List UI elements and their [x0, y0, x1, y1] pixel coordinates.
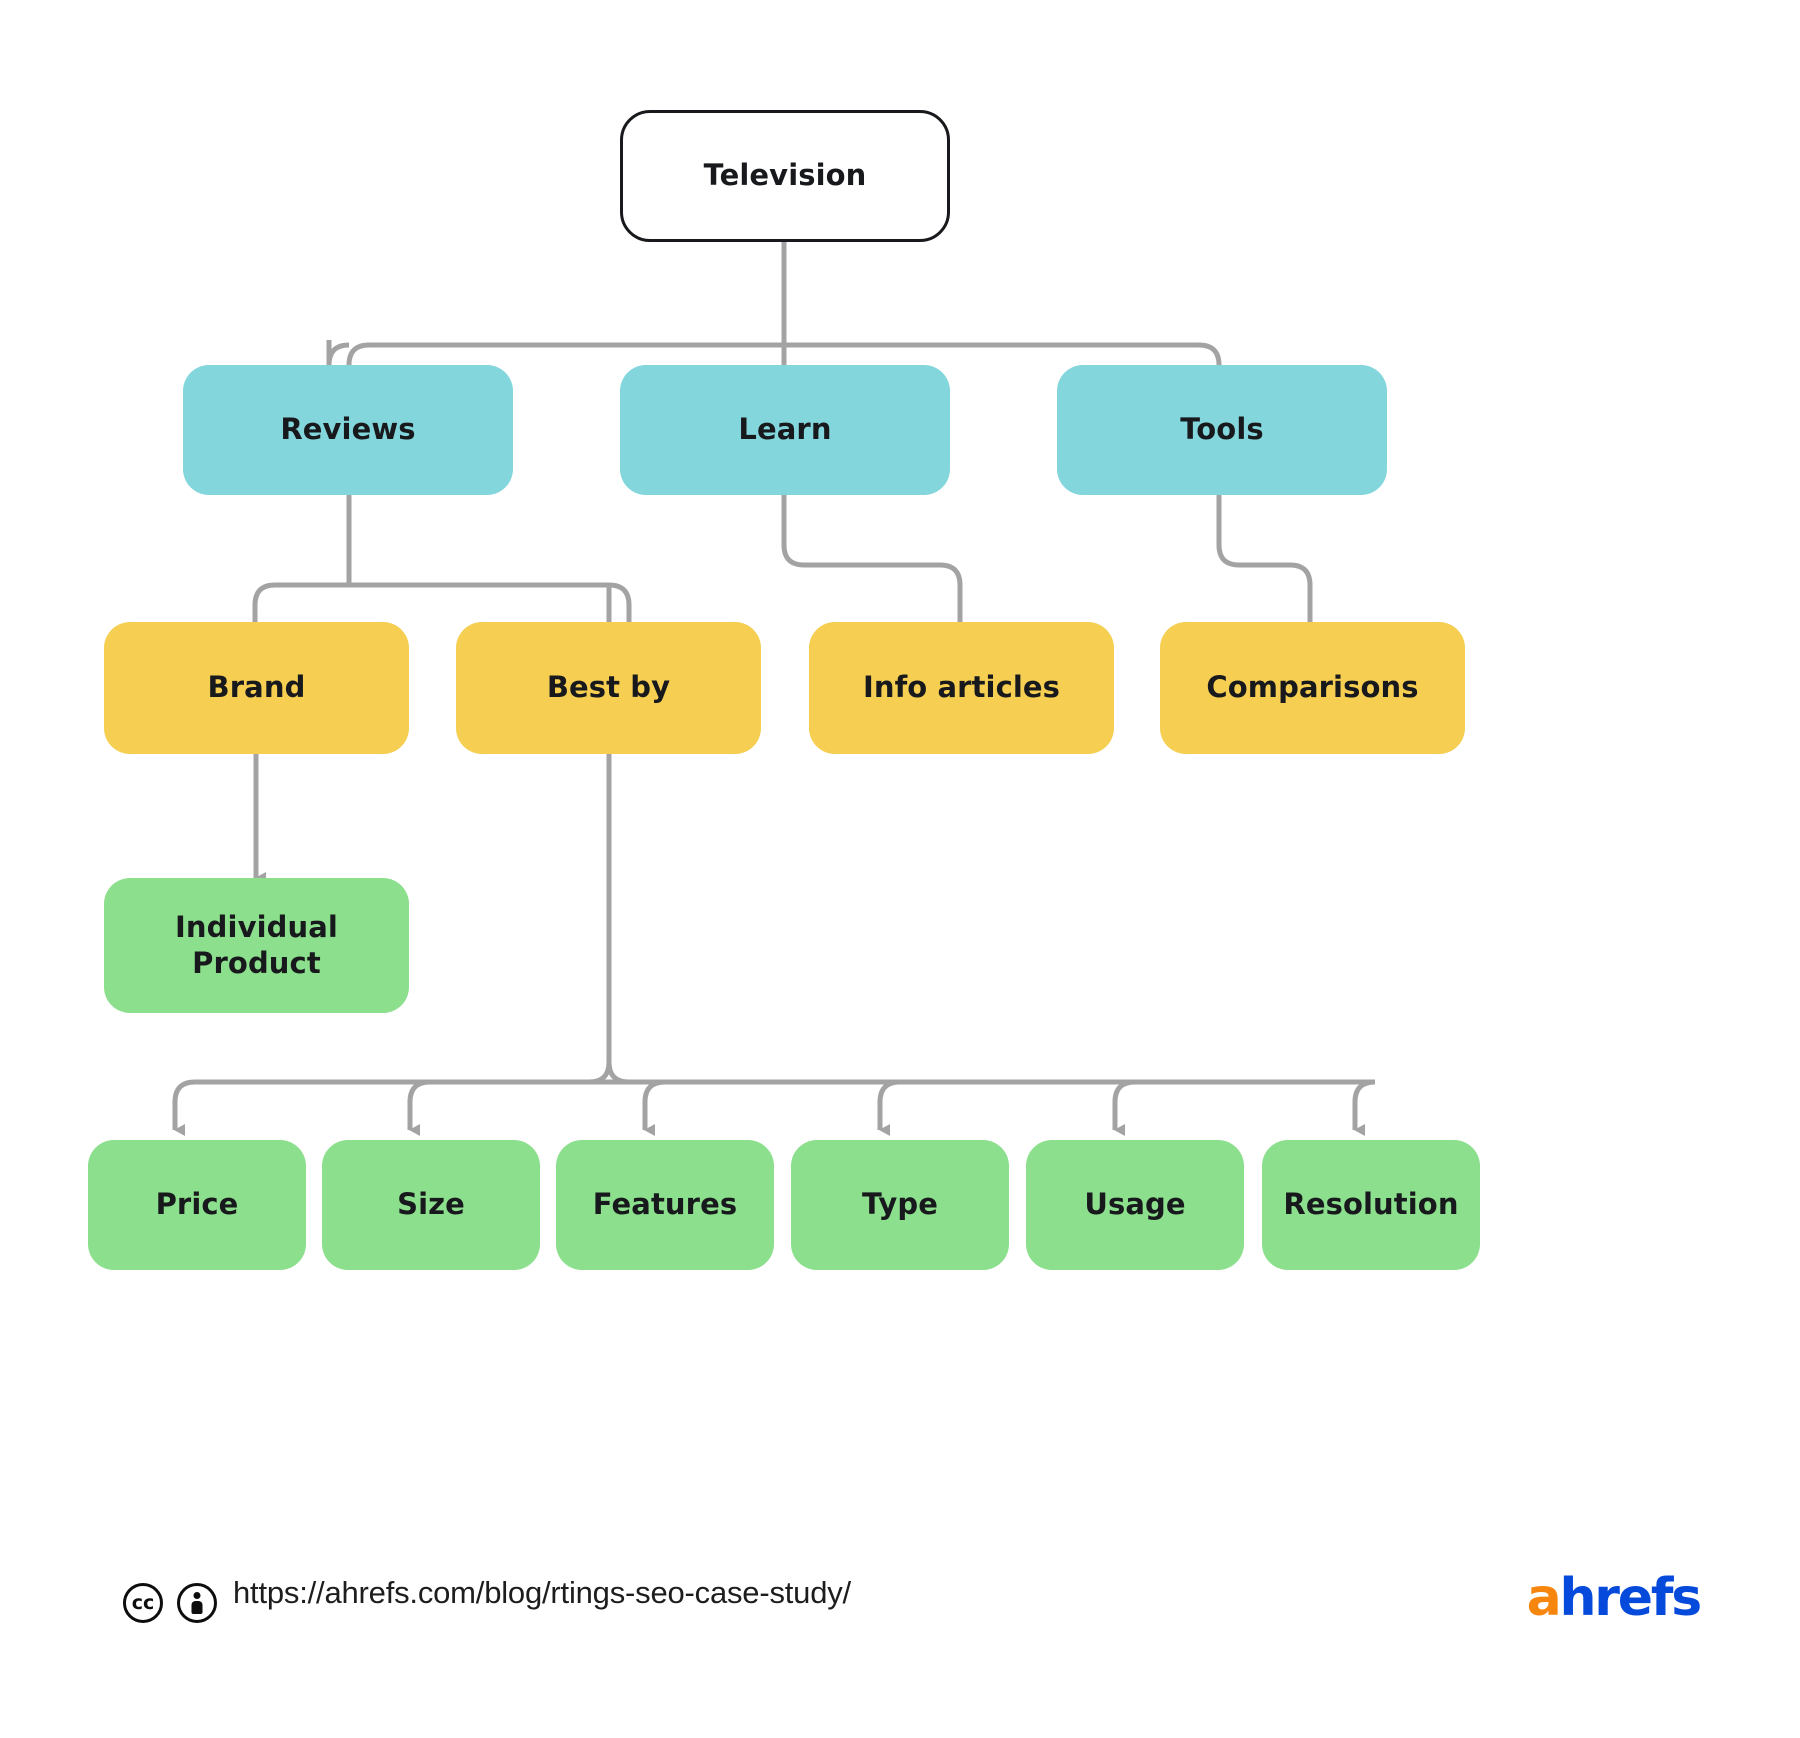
- person-head: [193, 1592, 201, 1599]
- node-best-by-label: Best by: [546, 670, 671, 705]
- node-best-by[interactable]: Best by: [456, 622, 761, 754]
- node-type-label: Type: [861, 1187, 939, 1222]
- node-size-label: Size: [397, 1187, 465, 1222]
- node-tools[interactable]: Tools: [1057, 365, 1387, 495]
- node-features[interactable]: Features: [556, 1140, 774, 1270]
- node-brand[interactable]: Brand: [104, 622, 409, 754]
- node-comparisons[interactable]: Comparisons: [1160, 622, 1465, 754]
- node-resolution[interactable]: Resolution: [1262, 1140, 1480, 1270]
- node-individual-product-label-line1: Individual: [175, 910, 338, 945]
- ahrefs-logo-rest: hrefs: [1559, 1568, 1702, 1628]
- node-individual-product-label-line2: Product: [192, 945, 321, 980]
- node-features-label: Features: [592, 1187, 738, 1222]
- node-comparisons-label: Comparisons: [1206, 670, 1419, 705]
- node-learn-label: Learn: [738, 412, 832, 447]
- node-television-label: Television: [703, 158, 867, 193]
- node-resolution-label: Resolution: [1283, 1187, 1459, 1222]
- node-size[interactable]: Size: [322, 1140, 540, 1270]
- creative-commons-icon: cc: [123, 1583, 163, 1623]
- creative-commons-by-icon: [177, 1583, 217, 1623]
- node-reviews[interactable]: Reviews: [183, 365, 513, 495]
- license-icons: cc: [123, 1583, 217, 1623]
- node-brand-label: Brand: [207, 670, 306, 705]
- node-usage[interactable]: Usage: [1026, 1140, 1244, 1270]
- diagram-canvas: Television Reviews Learn Tools Brand Bes…: [0, 0, 1800, 1738]
- node-usage-label: Usage: [1084, 1187, 1186, 1222]
- node-type[interactable]: Type: [791, 1140, 1009, 1270]
- node-info-articles-label: Info articles: [862, 670, 1061, 705]
- ahrefs-logo-a: a: [1526, 1568, 1562, 1628]
- node-price[interactable]: Price: [88, 1140, 306, 1270]
- person-glyph: [191, 1592, 204, 1614]
- connector-lines: [172, 240, 1376, 1136]
- node-learn[interactable]: Learn: [620, 365, 950, 495]
- node-television[interactable]: Television: [620, 110, 950, 242]
- ahrefs-logo[interactable]: ahrefs: [1526, 1568, 1703, 1628]
- person-body: [191, 1601, 203, 1614]
- node-info-articles[interactable]: Info articles: [809, 622, 1114, 754]
- source-url[interactable]: https://ahrefs.com/blog/rtings-seo-case-…: [233, 1575, 851, 1611]
- cc-icon-label: cc: [131, 1591, 155, 1614]
- node-tools-label: Tools: [1180, 412, 1264, 447]
- node-price-label: Price: [155, 1187, 239, 1222]
- node-reviews-label: Reviews: [280, 412, 416, 447]
- node-individual-product[interactable]: Individual Product: [104, 878, 409, 1013]
